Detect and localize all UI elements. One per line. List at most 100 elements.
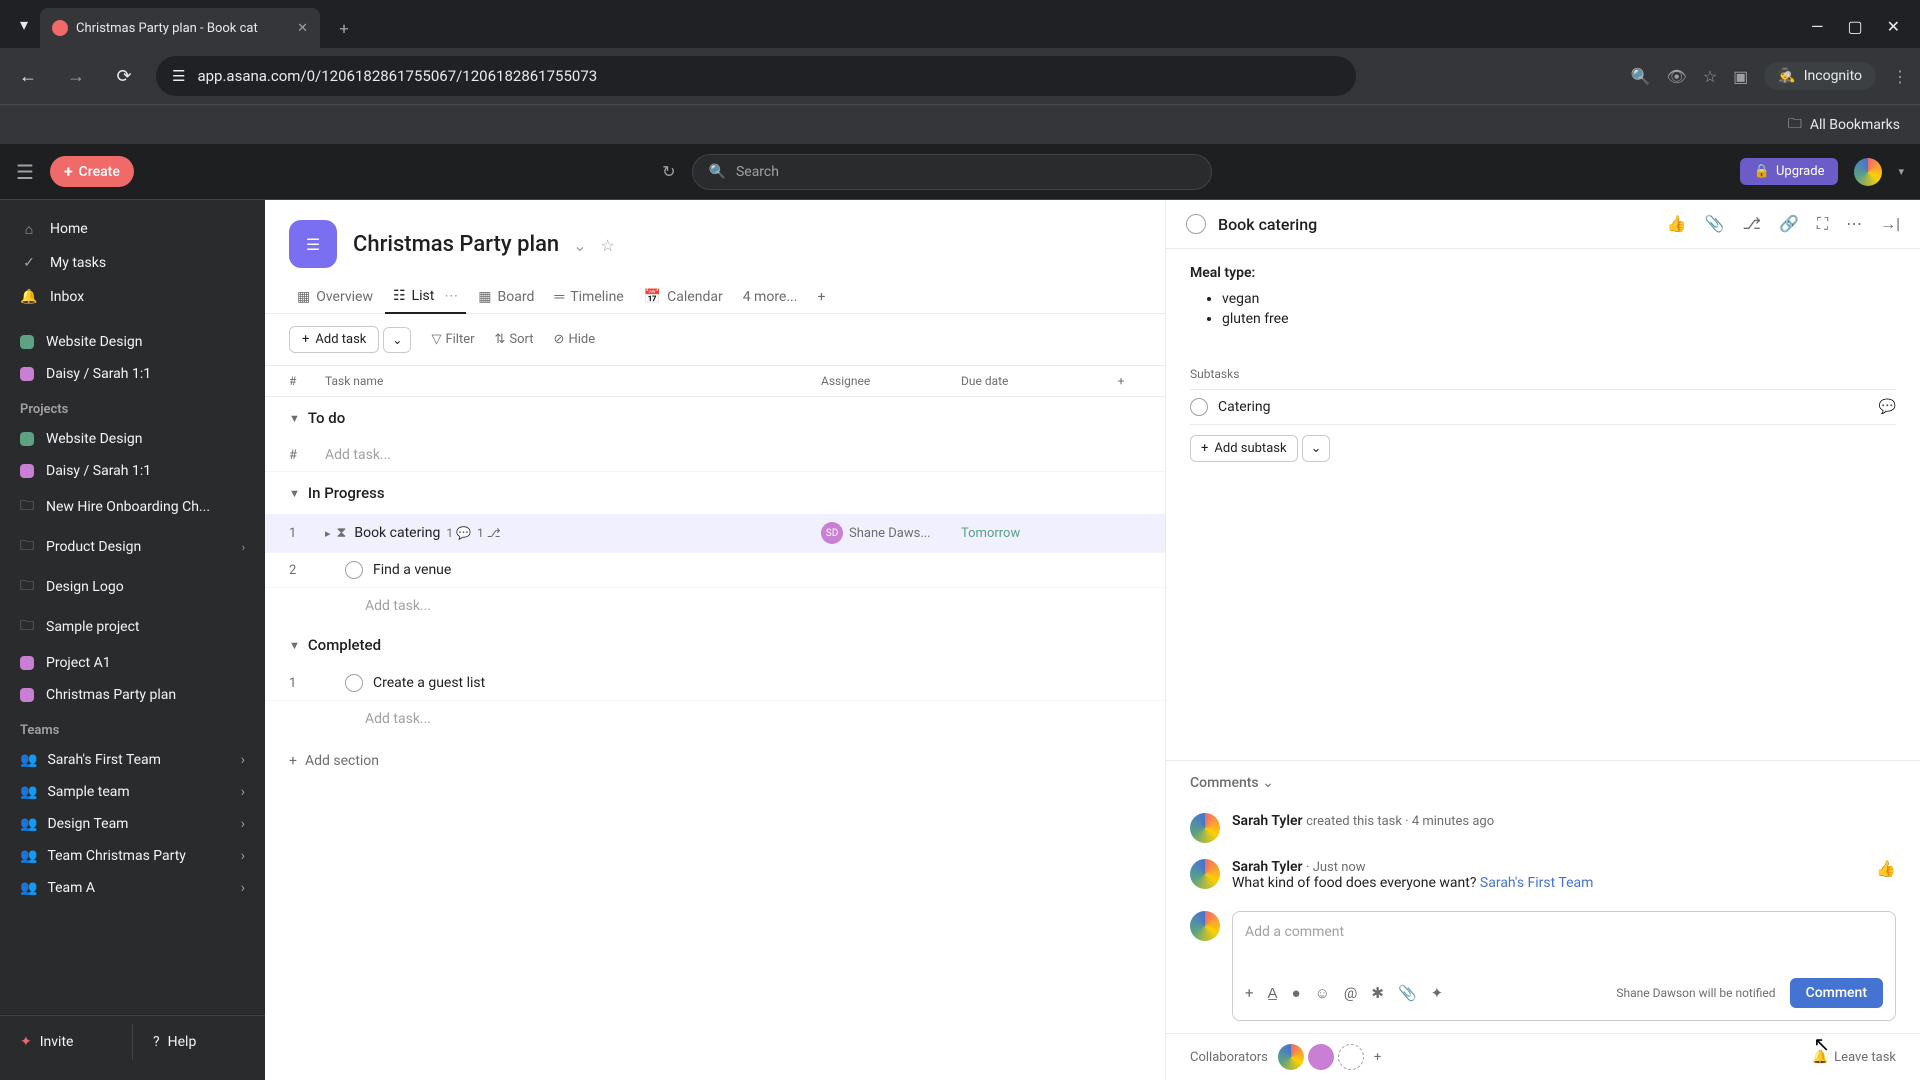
- emoji-icon[interactable]: ☺: [1315, 984, 1330, 1002]
- tab-search-button[interactable]: ▾: [8, 8, 40, 40]
- subtask-check-icon[interactable]: [1190, 398, 1208, 416]
- mention-icon[interactable]: @: [1344, 984, 1357, 1002]
- tab-overview[interactable]: ▦Overview: [289, 280, 381, 313]
- add-subtask-dropdown[interactable]: ⌄: [1302, 435, 1331, 462]
- chevron-down-icon[interactable]: ⌄: [573, 236, 586, 255]
- like-icon[interactable]: 👍: [1667, 214, 1687, 234]
- add-collaborator-button[interactable]: +: [1374, 1050, 1381, 1065]
- detail-title[interactable]: Book catering: [1218, 215, 1655, 234]
- sparkle-icon[interactable]: ✦: [1431, 984, 1444, 1002]
- like-icon[interactable]: 👍: [1876, 859, 1896, 891]
- add-task-button[interactable]: +Add task: [289, 326, 379, 353]
- user-avatar[interactable]: [1854, 158, 1882, 186]
- close-panel-icon[interactable]: →|: [1880, 214, 1900, 234]
- add-tab-button[interactable]: +: [809, 280, 833, 313]
- browser-tab[interactable]: Christmas Party plan - Book cat ✕: [40, 8, 320, 48]
- sidebar-project-item[interactable]: Daisy / Sarah 1:1: [0, 455, 265, 487]
- sidebar-project-item[interactable]: 🗀New Hire Onboarding Ch...: [0, 487, 265, 527]
- sidebar-team-item[interactable]: 👥Design Team›: [0, 808, 265, 840]
- tab-timeline[interactable]: ═Timeline: [546, 280, 631, 313]
- comment-icon[interactable]: 💬: [1879, 399, 1896, 415]
- back-button[interactable]: ←: [12, 60, 44, 92]
- attachment-icon[interactable]: 📎: [1705, 214, 1725, 234]
- star-icon[interactable]: ☆: [601, 236, 615, 255]
- sidebar-project-item[interactable]: 🗀Sample project: [0, 607, 265, 647]
- tab-list[interactable]: ☷List⋯: [385, 280, 466, 314]
- add-section-button[interactable]: +Add section: [265, 737, 1165, 785]
- subtask-icon[interactable]: ⎇: [1743, 214, 1761, 234]
- sidebar-team-item[interactable]: 👥Sarah's First Team›: [0, 744, 265, 776]
- filter-button[interactable]: ▽Filter: [431, 332, 474, 347]
- section-completed[interactable]: ▼Completed: [265, 624, 1165, 666]
- sidebar-recent-item[interactable]: Website Design: [0, 326, 265, 358]
- task-row-find-venue[interactable]: 2 Find a venue: [265, 553, 1165, 588]
- task-row-guest-list[interactable]: 1 Create a guest list: [265, 666, 1165, 701]
- sidebar-project-item[interactable]: 🗀Product Design›: [0, 527, 265, 567]
- chevron-right-icon[interactable]: ▸: [325, 527, 331, 540]
- sidebar-recent-item[interactable]: Daisy / Sarah 1:1: [0, 358, 265, 390]
- add-collaborator-placeholder[interactable]: [1338, 1044, 1364, 1070]
- section-todo[interactable]: ▼To do: [265, 397, 1165, 439]
- maximize-icon[interactable]: ▢: [1847, 17, 1862, 36]
- subtask-row[interactable]: Catering 💬: [1190, 389, 1896, 425]
- menu-icon[interactable]: ⋮: [1892, 67, 1908, 86]
- add-task-dropdown[interactable]: ⌄: [383, 327, 411, 353]
- search-input[interactable]: 🔍 Search: [692, 154, 1212, 190]
- task-check-icon[interactable]: [345, 561, 363, 579]
- tab-calendar[interactable]: 📅Calendar: [636, 280, 731, 313]
- add-task-placeholder[interactable]: Add task...: [265, 588, 1165, 624]
- help-button[interactable]: ?Help: [132, 1024, 265, 1060]
- sidebar-team-item[interactable]: 👥Team A›: [0, 872, 265, 904]
- add-task-placeholder[interactable]: Add task...: [325, 447, 391, 463]
- fullscreen-icon[interactable]: ⛶: [1817, 214, 1828, 234]
- sidebar-inbox[interactable]: 🔔 Inbox: [0, 280, 265, 314]
- add-subtask-button[interactable]: +Add subtask: [1190, 435, 1298, 462]
- task-check-icon[interactable]: [345, 674, 363, 692]
- bookmark-star-icon[interactable]: ☆: [1703, 67, 1717, 86]
- asterisk-icon[interactable]: ✱: [1371, 984, 1384, 1002]
- site-info-icon[interactable]: ☰: [172, 67, 185, 85]
- create-button[interactable]: + Create: [50, 156, 134, 187]
- complete-task-icon[interactable]: [1186, 214, 1206, 234]
- plus-icon[interactable]: +: [1245, 984, 1254, 1002]
- sidebar-project-item[interactable]: Christmas Party plan: [0, 679, 265, 711]
- tab-more[interactable]: 4 more...: [735, 280, 806, 313]
- mention-link[interactable]: Sarah's First Team: [1480, 875, 1594, 891]
- new-tab-button[interactable]: +: [328, 12, 360, 44]
- record-icon[interactable]: ●: [1292, 984, 1301, 1002]
- tab-board[interactable]: ▦Board: [470, 280, 542, 313]
- close-window-icon[interactable]: ✕: [1887, 17, 1900, 36]
- upgrade-button[interactable]: 🔒 Upgrade: [1740, 158, 1839, 185]
- sidebar-home[interactable]: ⌂ Home: [0, 212, 265, 246]
- chevron-down-icon[interactable]: ▾: [1898, 165, 1904, 178]
- invite-button[interactable]: ✦Invite: [0, 1024, 132, 1060]
- collaborator-avatar[interactable]: [1278, 1044, 1304, 1070]
- collaborator-avatar[interactable]: [1308, 1044, 1334, 1070]
- add-task-placeholder[interactable]: Add task...: [265, 701, 1165, 737]
- table-row[interactable]: #Add task...: [265, 439, 1165, 472]
- sidebar-project-item[interactable]: Project A1: [0, 647, 265, 679]
- all-bookmarks-button[interactable]: 🗀 All Bookmarks: [1788, 113, 1900, 137]
- sidebar-my-tasks[interactable]: ✓ My tasks: [0, 246, 265, 280]
- incognito-badge[interactable]: 🕵 Incognito: [1764, 62, 1876, 90]
- search-icon[interactable]: 🔍: [1631, 67, 1651, 86]
- close-tab-icon[interactable]: ✕: [297, 21, 308, 36]
- link-icon[interactable]: 🔗: [1779, 214, 1799, 234]
- attachment-icon[interactable]: 📎: [1398, 984, 1417, 1002]
- sidebar-project-item[interactable]: 🗀Design Logo: [0, 567, 265, 607]
- more-icon[interactable]: ⋯: [444, 288, 458, 304]
- forward-button[interactable]: →: [60, 60, 92, 92]
- sidebar-project-item[interactable]: Website Design: [0, 423, 265, 455]
- section-in-progress[interactable]: ▼In Progress: [265, 472, 1165, 514]
- comment-button[interactable]: Comment: [1790, 978, 1883, 1008]
- format-icon[interactable]: A̲: [1268, 984, 1278, 1002]
- sidebar-team-item[interactable]: 👥Team Christmas Party›: [0, 840, 265, 872]
- add-column-button[interactable]: +: [1101, 374, 1141, 388]
- comments-header[interactable]: Comments ⌄: [1166, 760, 1920, 805]
- side-panel-icon[interactable]: ▣: [1733, 67, 1748, 86]
- comment-input-box[interactable]: Add a comment + A̲ ● ☺ @ ✱ 📎 ✦ Shane Daw…: [1232, 911, 1896, 1021]
- history-icon[interactable]: ↻: [662, 162, 675, 181]
- task-row-book-catering[interactable]: 1 ▸ ⧗ Book catering 1 💬 1 ⎇ SDShane Daws…: [265, 514, 1165, 553]
- leave-task-button[interactable]: 🔔 Leave task: [1812, 1050, 1896, 1065]
- reload-button[interactable]: ⟳: [108, 60, 140, 92]
